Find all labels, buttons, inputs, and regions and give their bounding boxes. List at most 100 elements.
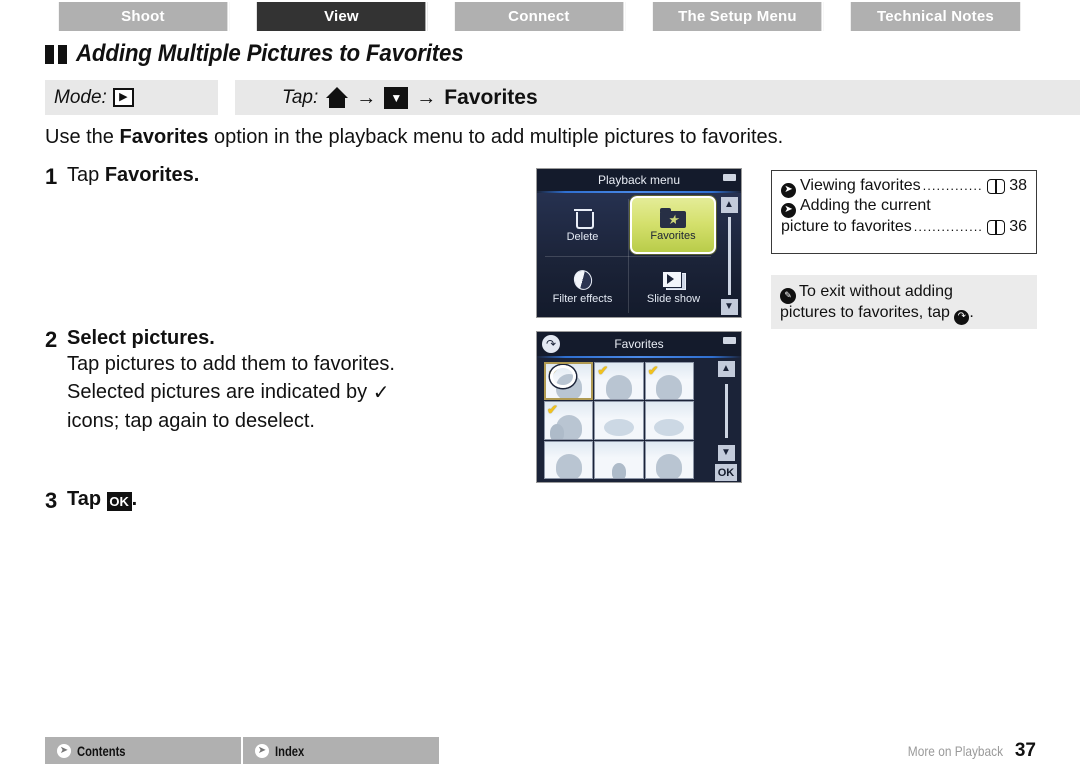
- tab-setup-menu-label: The Setup Menu: [677, 8, 797, 25]
- favorites-thumbnail-grid: ✔ ✔ ✔ ✔: [544, 362, 694, 479]
- mode-box: Mode: ▶: [45, 80, 218, 115]
- tab-view[interactable]: View: [256, 2, 428, 31]
- menu-item-favorites[interactable]: ★ Favorites: [630, 196, 716, 254]
- thumbnail-6[interactable]: [644, 401, 694, 440]
- checkmark-icon: ✔: [647, 363, 659, 378]
- thumbnail-9[interactable]: [644, 440, 694, 479]
- playback-menu-scrollbar[interactable]: ▲ ▼: [717, 193, 741, 317]
- checkmark-icon: ✔: [597, 363, 609, 378]
- intro-paragraph: Use the Favorites option in the playback…: [45, 126, 783, 149]
- footer-tab-index-label: Index: [275, 742, 305, 759]
- arrow-circle-icon: ➤: [781, 202, 796, 218]
- folder-star-icon: ★: [660, 208, 686, 228]
- favorites-scrollbar[interactable]: ▲ ▼ OK: [714, 361, 738, 481]
- footer-right: More on Playback 37: [891, 737, 1036, 764]
- reference-entry-1-page: 38: [1009, 177, 1027, 194]
- footer-tab-contents[interactable]: ➤ Contents: [45, 737, 243, 764]
- menu-item-filter-effects[interactable]: Filter effects: [537, 256, 628, 317]
- scroll-track[interactable]: [724, 384, 728, 438]
- scroll-down-icon[interactable]: ▼: [720, 299, 738, 315]
- menu-item-filter-effects-label: Filter effects: [552, 293, 613, 305]
- step-3-title-suffix: .: [131, 488, 138, 510]
- tab-connect-label: Connect: [508, 8, 570, 25]
- intro-after: option in the playback menu to add multi…: [208, 126, 784, 148]
- note-line-2: pictures to favorites, tap ↷.: [780, 302, 1028, 325]
- ok-button[interactable]: OK: [715, 464, 737, 481]
- arrow-circle-icon: ➤: [57, 743, 71, 758]
- top-tab-bar: Shoot View Connect The Setup Menu Techni…: [45, 2, 1036, 31]
- tab-view-label: View: [323, 8, 359, 25]
- note-line-1: ✎ To exit without adding: [780, 281, 1028, 304]
- battery-icon: [723, 174, 736, 181]
- playback-menu-body: Delete Filter effects Slide show ★ Favor…: [537, 193, 741, 317]
- thumbnail-3[interactable]: ✔: [644, 362, 694, 401]
- step-1-title: Tap Favorites.: [67, 164, 199, 187]
- book-icon: [987, 219, 1006, 235]
- step-2-line-1: Tap pictures to add them to favorites.: [67, 353, 395, 375]
- trash-icon: [573, 206, 594, 229]
- playback-menu-title: Playback menu: [597, 173, 681, 187]
- step-2-line-2: Selected pictures are indicated by: [67, 381, 368, 404]
- reference-entry-2-line1: ➤ Adding the current: [781, 196, 1027, 218]
- reference-entry-2-text: Adding the current: [800, 197, 931, 215]
- menu-item-slide-show[interactable]: Slide show: [628, 256, 719, 317]
- thumbnail-5[interactable]: [594, 401, 644, 440]
- arrow-circle-icon: ➤: [781, 182, 796, 198]
- note-line-2-after: .: [969, 304, 974, 322]
- slide-show-icon: [661, 270, 686, 290]
- intro-bold: Favorites: [119, 126, 209, 148]
- thumbnail-4[interactable]: ✔: [544, 401, 594, 440]
- ok-button-icon: OK: [106, 492, 132, 511]
- double-square-marker-icon: [45, 44, 67, 64]
- home-icon: [326, 87, 349, 108]
- step-2: 2 Select pictures. Tap pictures to add t…: [45, 327, 395, 435]
- tab-technical-notes-label: Technical Notes: [877, 8, 994, 25]
- tab-setup-menu[interactable]: The Setup Menu: [652, 2, 824, 31]
- favorites-title: Favorites: [614, 337, 664, 351]
- tap-target-label: Favorites: [444, 85, 538, 109]
- checkmark-icon: ✔: [547, 402, 558, 418]
- mode-label: Mode:: [54, 86, 107, 108]
- pencil-note-icon: ✎: [780, 287, 796, 304]
- scroll-track[interactable]: [727, 217, 731, 295]
- thumbnail-2[interactable]: ✔: [594, 362, 644, 401]
- step-3-title: Tap OK.: [67, 488, 137, 511]
- callout-ring: [550, 365, 576, 388]
- reference-entry-2-line2: picture to favorites ...................…: [781, 217, 1027, 237]
- filter-effects-icon: [570, 267, 595, 293]
- menu-item-favorites-label: Favorites: [650, 230, 696, 242]
- step-1-title-bold: Favorites.: [104, 164, 200, 186]
- page-title: Adding Multiple Pictures to Favorites: [76, 40, 464, 67]
- scroll-down-icon[interactable]: ▼: [717, 445, 735, 461]
- step-2-title: Select pictures.: [67, 327, 215, 349]
- reference-entry-1: ➤ Viewing favorites ....................…: [781, 176, 1027, 198]
- step-1-number: 1: [45, 164, 58, 189]
- menu-item-delete-label: Delete: [566, 231, 599, 243]
- tab-technical-notes[interactable]: Technical Notes: [850, 2, 1021, 31]
- footer-tab-index[interactable]: ➤ Index: [243, 737, 441, 764]
- reference-entry-2-text2: picture to favorites: [781, 217, 912, 235]
- scroll-up-icon[interactable]: ▲: [720, 197, 738, 213]
- thumbnail-7[interactable]: [544, 440, 594, 479]
- favorites-titlebar: ↷ Favorites: [537, 332, 741, 356]
- leader-dots: .........................: [913, 218, 983, 234]
- thumbnail-8[interactable]: [594, 440, 644, 479]
- tab-shoot[interactable]: Shoot: [58, 2, 230, 31]
- camera-screen-favorites: ↷ Favorites ✔ ✔ ✔ ✔ ▲ ▼ OK: [536, 331, 742, 483]
- menu-item-delete[interactable]: Delete: [537, 193, 628, 256]
- thumbnail-1[interactable]: ✔: [544, 362, 594, 401]
- exit-arrow-icon: ↷: [954, 309, 970, 325]
- reference-entry-2-page: 36: [1009, 217, 1027, 235]
- leader-dots: .........................: [922, 178, 984, 193]
- scroll-up-icon[interactable]: ▲: [717, 361, 735, 377]
- step-2-line-3: icons; tap again to deselect.: [67, 409, 315, 432]
- back-arrow-icon[interactable]: ↷: [542, 335, 560, 353]
- footer-chapter-label: More on Playback: [907, 742, 1003, 759]
- note-box: ✎ To exit without adding pictures to favo…: [771, 275, 1037, 329]
- tap-label: Tap:: [282, 86, 319, 108]
- menu-item-slide-show-label: Slide show: [646, 292, 701, 305]
- camera-screen-playback-menu: Playback menu Delete Filter effects Slid…: [536, 168, 742, 318]
- tab-connect[interactable]: Connect: [454, 2, 626, 31]
- intro-before: Use the: [45, 126, 120, 148]
- step-2-number: 2: [45, 327, 58, 352]
